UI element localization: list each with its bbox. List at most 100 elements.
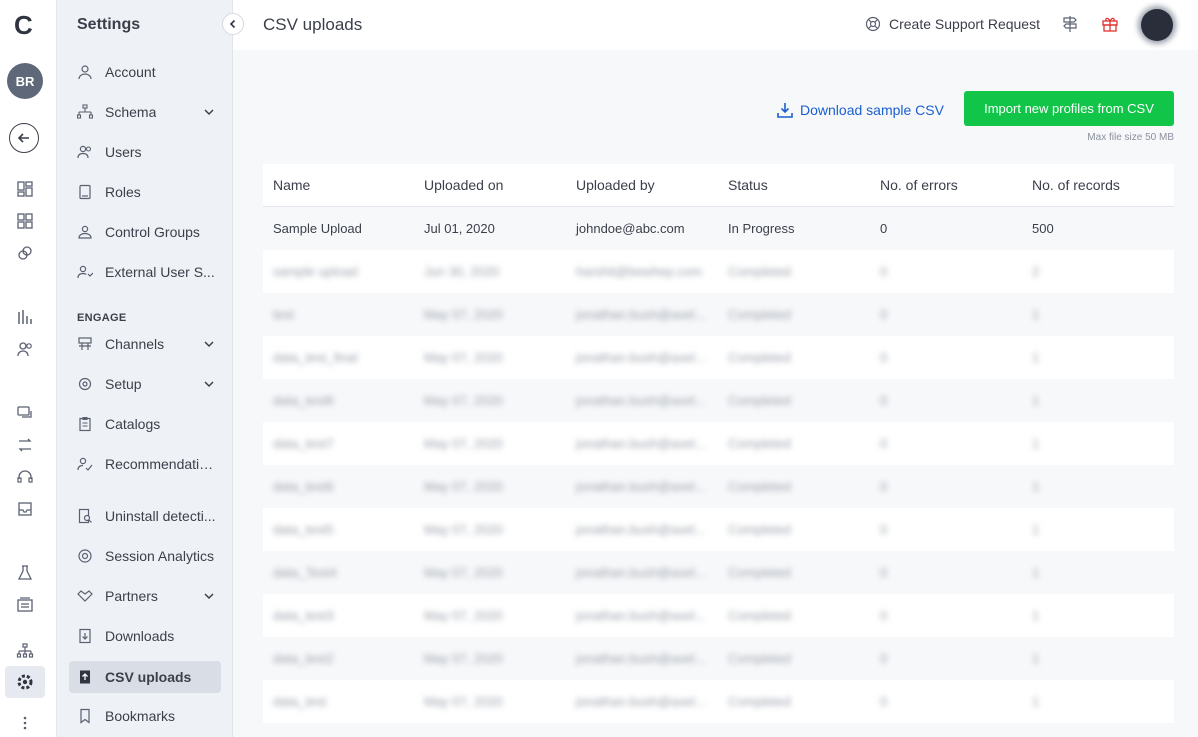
table-row[interactable]: data_test6 May 07, 2020 jonathan.bush@axel… xyxy=(263,465,1174,508)
bar-chart-icon[interactable] xyxy=(16,308,34,326)
column-header-errors[interactable]: No. of errors xyxy=(870,177,1022,193)
sidebar-item-channels[interactable]: Channels xyxy=(69,328,221,360)
sidebar-item-partners[interactable]: Partners xyxy=(69,580,221,612)
column-header-name[interactable]: Name xyxy=(263,177,414,193)
table-row[interactable]: data_test5 May 07, 2020 jonathan.bush@axel… xyxy=(263,508,1174,551)
cell-uploaded-by: jonathan.bush@axel... xyxy=(576,694,706,709)
sidebar-item-downloads[interactable]: Downloads xyxy=(69,620,221,652)
schema-icon xyxy=(76,104,94,120)
cell-uploaded-on: May 07, 2020 xyxy=(424,479,503,494)
cell-errors: 0 xyxy=(880,565,888,580)
flask-icon[interactable] xyxy=(16,564,34,582)
catalog-icon[interactable] xyxy=(16,596,34,614)
download-sample-csv-link[interactable]: Download sample CSV xyxy=(776,101,944,119)
cell-name: data_test_final xyxy=(273,350,358,365)
cell-uploaded-by: johndoe@abc.com xyxy=(576,221,685,236)
column-header-uploaded-on[interactable]: Uploaded on xyxy=(414,177,566,193)
chevron-left-icon xyxy=(229,19,236,29)
cell-name: data_test5 xyxy=(273,522,334,537)
table-row[interactable]: sample upload Jun 30, 2020 harshit@bewhep.… xyxy=(263,250,1174,293)
back-arrow-icon[interactable] xyxy=(9,123,39,153)
chevron-down-icon[interactable] xyxy=(203,337,215,349)
table-row[interactable]: data_test3 May 07, 2020 jonathan.bush@axel… xyxy=(263,594,1174,637)
channels-icon xyxy=(77,336,93,352)
headset-icon[interactable] xyxy=(16,468,34,486)
cell-status: Completed xyxy=(728,694,791,709)
sidebar-item-roles[interactable]: Roles xyxy=(69,176,221,208)
sidebar-item-schema[interactable]: Schema xyxy=(69,96,221,128)
cell-uploaded-by: jonathan.bush@axel... xyxy=(576,522,706,537)
uploads-table: Name Uploaded on Uploaded by Status No. … xyxy=(263,164,1174,723)
column-header-status[interactable]: Status xyxy=(718,177,870,193)
gear-icon xyxy=(77,376,93,392)
cell-name: data_test6 xyxy=(273,479,334,494)
person-icon xyxy=(77,64,93,80)
account-avatar[interactable]: BR xyxy=(7,63,43,99)
sidebar-item-label: Catalogs xyxy=(105,416,161,432)
cell-status: Completed xyxy=(728,608,791,623)
cell-status: Completed xyxy=(728,479,791,494)
cell-status: Completed xyxy=(728,651,791,666)
column-header-uploaded-by[interactable]: Uploaded by xyxy=(566,177,718,193)
sidebar-item-external-user-sync[interactable]: External User S... xyxy=(69,256,221,288)
sidebar-item-account[interactable]: Account xyxy=(69,56,221,88)
sidebar-item-label: External User S... xyxy=(105,264,215,280)
hierarchy-icon[interactable] xyxy=(16,642,34,660)
cell-uploaded-on: Jul 01, 2020 xyxy=(424,221,495,236)
clipboard-icon xyxy=(77,416,93,432)
sidebar-item-control-groups[interactable]: Control Groups xyxy=(69,216,221,248)
link-icon[interactable] xyxy=(16,244,34,262)
chevron-down-icon[interactable] xyxy=(203,105,215,117)
table-row[interactable]: data_test8 May 07, 2020 jonathan.bush@axel… xyxy=(263,379,1174,422)
sidebar-item-csv-uploads[interactable]: CSV uploads xyxy=(69,661,221,693)
gift-icon[interactable] xyxy=(1101,15,1119,33)
cell-records: 500 xyxy=(1032,221,1054,236)
column-header-records[interactable]: No. of records xyxy=(1022,177,1174,193)
flows-icon[interactable] xyxy=(16,436,34,454)
table-row[interactable]: data_Test4 May 07, 2020 jonathan.bush@axel… xyxy=(263,551,1174,594)
table-row[interactable]: Sample Upload Jul 01, 2020 johndoe@abc.com… xyxy=(263,207,1174,250)
sidebar-item-setup[interactable]: Setup xyxy=(69,368,221,400)
user-avatar[interactable] xyxy=(1141,9,1173,41)
sidebar-item-catalogs[interactable]: Catalogs xyxy=(69,408,221,440)
table-row[interactable]: data_test7 May 07, 2020 jonathan.bush@axel… xyxy=(263,422,1174,465)
sidebar-item-label: Downloads xyxy=(105,628,175,644)
cell-uploaded-on: May 07, 2020 xyxy=(424,393,503,408)
create-support-request-link[interactable]: Create Support Request xyxy=(865,16,1040,32)
app-logo[interactable]: C xyxy=(14,10,33,41)
table-row[interactable]: test May 07, 2020 jonathan.bush@axel... Com… xyxy=(263,293,1174,336)
cell-uploaded-on: May 07, 2020 xyxy=(424,608,503,623)
signpost-icon[interactable] xyxy=(1061,15,1079,33)
inbox-icon[interactable] xyxy=(16,500,34,518)
sidebar-item-users[interactable]: Users xyxy=(69,136,221,168)
table-row[interactable]: data_test_final May 07, 2020 jonathan.bush… xyxy=(263,336,1174,379)
users-icon[interactable] xyxy=(16,340,34,358)
sidebar-item-recommendations[interactable]: Recommendatio... xyxy=(69,448,221,480)
more-vertical-icon[interactable] xyxy=(16,714,34,732)
messages-icon[interactable] xyxy=(16,404,34,422)
settings-gear-icon[interactable] xyxy=(5,666,45,698)
sidebar-item-bookmarks[interactable]: Bookmarks xyxy=(69,700,221,732)
dashboard-icon[interactable] xyxy=(16,180,34,198)
sidebar-item-label: Control Groups xyxy=(105,224,200,240)
cell-records: 1 xyxy=(1032,694,1040,709)
chevron-down-icon[interactable] xyxy=(203,589,215,601)
cell-name: data_test7 xyxy=(273,436,334,451)
grid-icon[interactable] xyxy=(16,212,34,230)
cell-uploaded-by: harshit@bewhep.com xyxy=(576,264,702,279)
cell-name: data_test xyxy=(273,694,327,709)
sidebar-item-uninstall-detection[interactable]: Uninstall detecti... xyxy=(69,500,221,532)
cell-errors: 0 xyxy=(880,651,888,666)
cell-errors: 0 xyxy=(880,436,888,451)
import-profiles-button[interactable]: Import new profiles from CSV xyxy=(964,91,1174,126)
table-row[interactable]: data_test May 07, 2020 jonathan.bush@axel.… xyxy=(263,680,1174,723)
cell-name: sample upload xyxy=(273,264,358,279)
cell-errors: 0 xyxy=(880,264,888,279)
table-row[interactable]: data_test2 May 07, 2020 jonathan.bush@axel… xyxy=(263,637,1174,680)
chevron-down-icon[interactable] xyxy=(203,377,215,389)
sidebar-title: Settings xyxy=(77,16,141,33)
cell-records: 1 xyxy=(1032,522,1040,537)
sidebar-item-session-analytics[interactable]: Session Analytics xyxy=(69,540,221,572)
page-title: CSV uploads xyxy=(263,15,363,34)
collapse-sidebar-button[interactable] xyxy=(222,13,244,35)
